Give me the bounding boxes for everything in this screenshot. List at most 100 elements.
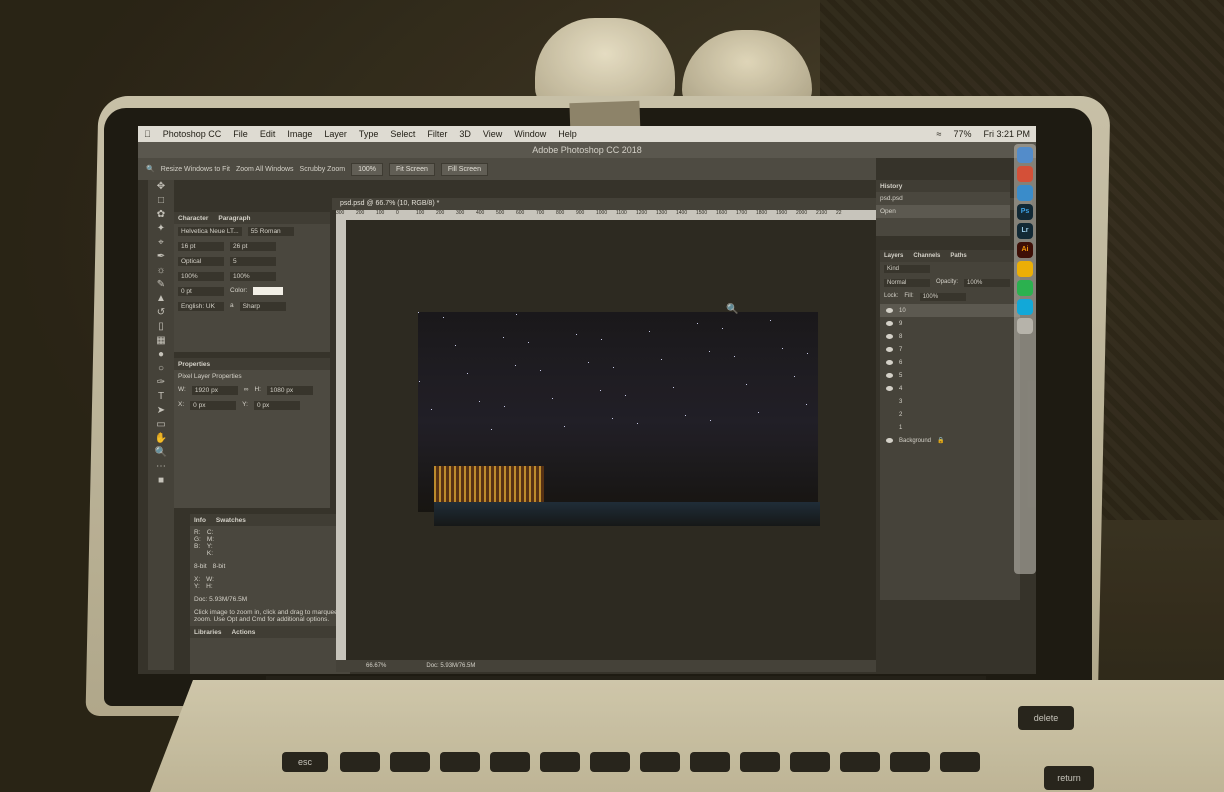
- y-field[interactable]: 0 px: [253, 401, 300, 410]
- tab-channels[interactable]: Channels: [913, 253, 940, 259]
- eye-icon[interactable]: [886, 438, 893, 443]
- layer-row[interactable]: 4: [880, 382, 1020, 395]
- x-field[interactable]: 0 px: [190, 401, 237, 410]
- menu-window[interactable]: Window: [514, 129, 546, 139]
- layer-row[interactable]: 6: [880, 356, 1020, 369]
- tab-history[interactable]: History: [880, 183, 902, 190]
- blend-mode-select[interactable]: Normal: [884, 279, 930, 287]
- skype-icon[interactable]: [1017, 299, 1033, 315]
- quick-select-tool-icon[interactable]: ✦: [148, 222, 174, 236]
- menu-image[interactable]: Image: [287, 129, 312, 139]
- tab-layers[interactable]: Layers: [884, 253, 903, 259]
- return-key[interactable]: return: [1044, 766, 1094, 790]
- layer-row[interactable]: 10: [880, 304, 1020, 317]
- lightroom-icon[interactable]: Lr: [1017, 223, 1033, 239]
- safari-icon[interactable]: [1017, 185, 1033, 201]
- layer-row[interactable]: Background 🔒: [880, 434, 1020, 447]
- key[interactable]: [940, 752, 980, 772]
- key[interactable]: [690, 752, 730, 772]
- esc-key[interactable]: esc: [282, 752, 328, 772]
- finder-icon[interactable]: [1017, 147, 1033, 163]
- eye-icon[interactable]: [886, 386, 893, 391]
- fill-screen-button[interactable]: Fill Screen: [440, 162, 488, 176]
- blur-tool-icon[interactable]: ●: [148, 348, 174, 362]
- hand-tool-icon[interactable]: ✋: [148, 432, 174, 446]
- vertical-scale-field[interactable]: 100%: [178, 272, 224, 281]
- key[interactable]: [590, 752, 630, 772]
- tab-actions[interactable]: Actions: [231, 629, 255, 636]
- layer-row[interactable]: 8: [880, 330, 1020, 343]
- delete-key[interactable]: delete: [1018, 706, 1074, 730]
- key[interactable]: [840, 752, 880, 772]
- history-brush-icon[interactable]: ↺: [148, 306, 174, 320]
- layer-row[interactable]: 9: [880, 317, 1020, 330]
- height-field[interactable]: 1080 px: [266, 386, 313, 395]
- more-tools-icon[interactable]: ⋯: [148, 460, 174, 474]
- eraser-tool-icon[interactable]: ▯: [148, 320, 174, 334]
- key[interactable]: [340, 752, 380, 772]
- key[interactable]: [890, 752, 930, 772]
- history-snapshot[interactable]: psd.psd: [880, 195, 903, 202]
- healing-tool-icon[interactable]: ☼: [148, 264, 174, 278]
- marquee-tool-icon[interactable]: □: [148, 194, 174, 208]
- language-select[interactable]: English: UK: [178, 302, 224, 311]
- layer-row[interactable]: 7: [880, 343, 1020, 356]
- key[interactable]: [790, 752, 830, 772]
- illustrator-icon[interactable]: Ai: [1017, 242, 1033, 258]
- eye-icon[interactable]: [886, 373, 893, 378]
- zoom-tool-icon[interactable]: 🔍: [146, 165, 155, 173]
- lasso-tool-icon[interactable]: ✿: [148, 208, 174, 222]
- tab-character[interactable]: Character: [178, 215, 208, 222]
- zoom-all-checkbox[interactable]: Zoom All Windows: [236, 166, 294, 173]
- menu-type[interactable]: Type: [359, 129, 379, 139]
- eyedropper-tool-icon[interactable]: ✒: [148, 250, 174, 264]
- crop-tool-icon[interactable]: ⌖: [148, 236, 174, 250]
- history-step-open[interactable]: Open: [880, 208, 896, 215]
- menu-select[interactable]: Select: [390, 129, 415, 139]
- move-tool-icon[interactable]: ✥: [148, 180, 174, 194]
- key[interactable]: [490, 752, 530, 772]
- apple-icon[interactable]: : [144, 129, 151, 139]
- font-family-select[interactable]: Helvetica Neue LT...: [178, 227, 242, 236]
- fit-screen-button[interactable]: Fit Screen: [388, 162, 435, 176]
- brush-tool-icon[interactable]: ✎: [148, 278, 174, 292]
- resize-windows-checkbox[interactable]: Resize Windows to Fit: [161, 166, 230, 173]
- clock[interactable]: Fri 3:21 PM: [983, 129, 1030, 139]
- doc-info[interactable]: Doc: 5.93M/76.5M: [426, 660, 475, 672]
- eye-icon[interactable]: [886, 347, 893, 352]
- menu-file[interactable]: File: [233, 129, 248, 139]
- menu-filter[interactable]: Filter: [427, 129, 447, 139]
- eye-icon[interactable]: [886, 334, 893, 339]
- pen-tool-icon[interactable]: ✑: [148, 376, 174, 390]
- battery-label[interactable]: 77%: [953, 129, 971, 139]
- horizontal-scale-field[interactable]: 100%: [230, 272, 276, 281]
- tab-libraries[interactable]: Libraries: [194, 629, 221, 636]
- zoom-tool-icon[interactable]: 🔍: [148, 446, 174, 460]
- menu-3d[interactable]: 3D: [459, 129, 471, 139]
- menu-view[interactable]: View: [483, 129, 502, 139]
- scrubby-zoom-checkbox[interactable]: Scrubby Zoom: [300, 166, 346, 173]
- dodge-tool-icon[interactable]: ○: [148, 362, 174, 376]
- photoshop-icon[interactable]: Ps: [1017, 204, 1033, 220]
- wifi-icon[interactable]: ≈: [937, 129, 942, 139]
- menu-layer[interactable]: Layer: [324, 129, 347, 139]
- key[interactable]: [540, 752, 580, 772]
- link-icon[interactable]: ∞: [244, 386, 249, 395]
- font-size-field[interactable]: 16 pt: [178, 242, 224, 251]
- gradient-tool-icon[interactable]: ▦: [148, 334, 174, 348]
- stamp-tool-icon[interactable]: ▲: [148, 292, 174, 306]
- layer-row[interactable]: 2: [880, 408, 1020, 421]
- path-select-tool-icon[interactable]: ➤: [148, 404, 174, 418]
- layer-row[interactable]: 1: [880, 421, 1020, 434]
- baseline-shift-field[interactable]: 0 pt: [178, 287, 224, 296]
- fill-field[interactable]: 100%: [919, 293, 966, 301]
- opacity-field[interactable]: 100%: [964, 279, 1011, 287]
- text-color-swatch[interactable]: [253, 287, 284, 295]
- tab-paths[interactable]: Paths: [950, 253, 966, 259]
- key[interactable]: [740, 752, 780, 772]
- type-tool-icon[interactable]: T: [148, 390, 174, 404]
- tab-paragraph[interactable]: Paragraph: [218, 215, 250, 222]
- spotify-icon[interactable]: [1017, 280, 1033, 296]
- zoom-level[interactable]: 66.67%: [366, 660, 386, 672]
- font-style-select[interactable]: 55 Roman: [247, 227, 294, 236]
